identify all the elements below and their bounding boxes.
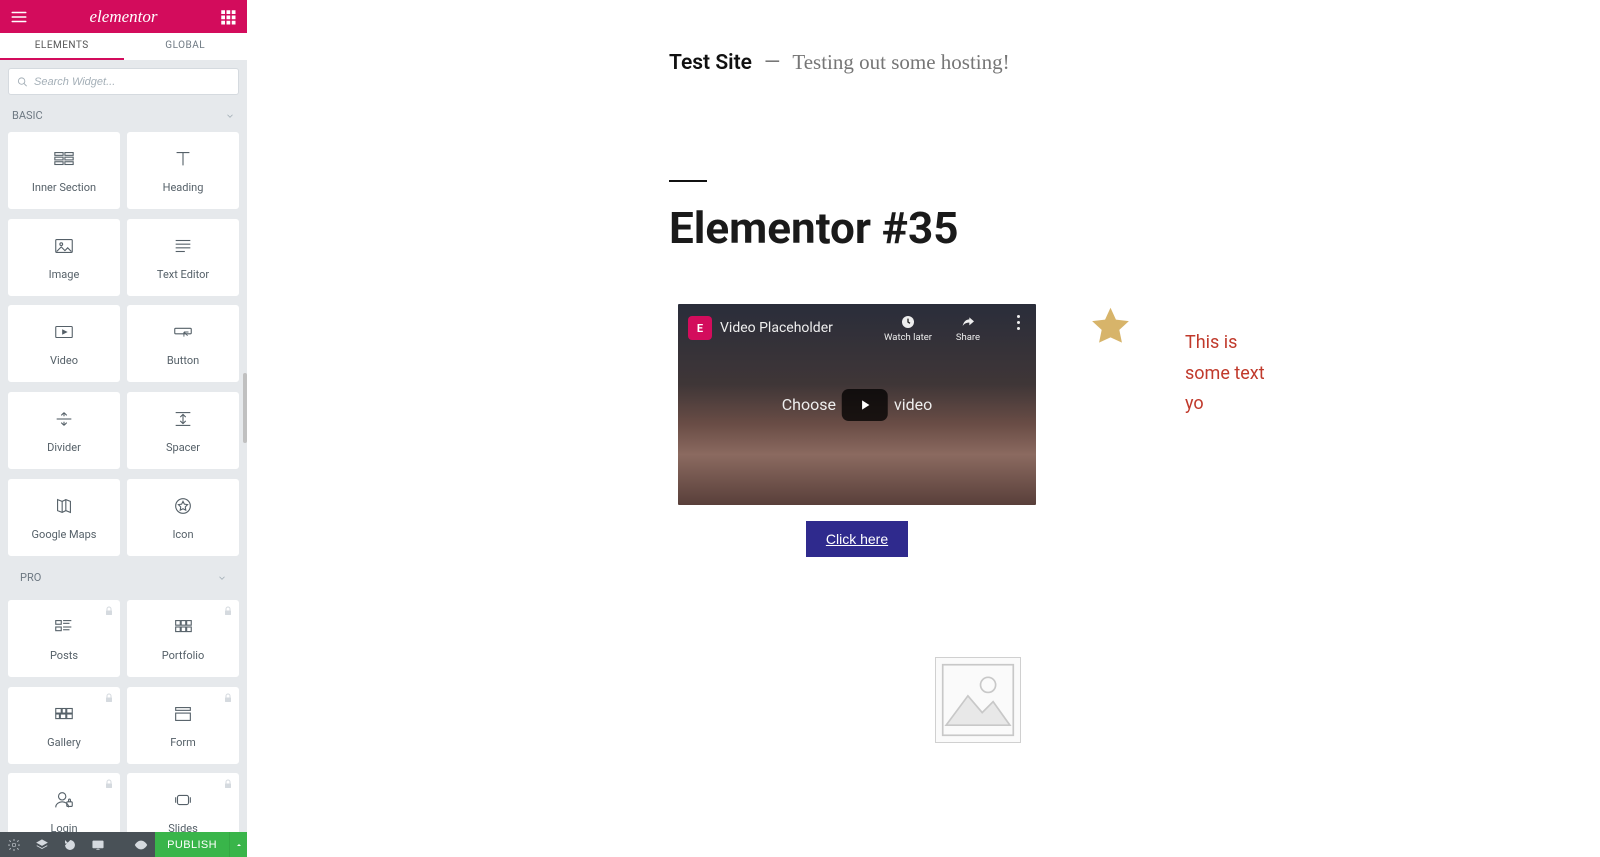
video-widget[interactable]: E Video Placeholder Watch later Share Ch… <box>678 304 1036 505</box>
page-title: Elementor #35 <box>669 202 1600 254</box>
lock-icon <box>222 605 234 617</box>
panel-tabs: ELEMENTS GLOBAL <box>0 33 247 60</box>
video-title: Video Placeholder <box>720 320 874 336</box>
publish-options-button[interactable] <box>229 832 247 857</box>
title-rule <box>669 180 707 182</box>
search-input[interactable] <box>34 76 230 88</box>
panel-footer: PUBLISH <box>0 832 247 857</box>
video-channel-badge: E <box>688 316 712 340</box>
lock-icon <box>222 692 234 704</box>
widget-label: Icon <box>172 528 193 541</box>
click-here-button[interactable]: Click here <box>806 521 908 557</box>
publish-button[interactable]: PUBLISH <box>155 832 229 857</box>
widgets-grid-icon[interactable] <box>219 8 237 26</box>
image-placeholder-widget[interactable] <box>935 657 1021 743</box>
category-pro-label: PRO <box>20 571 41 584</box>
image-placeholder-icon <box>936 658 1020 742</box>
site-tagline: Testing out some hosting! <box>792 50 1009 75</box>
widget-gallery[interactable]: Gallery <box>8 687 120 764</box>
tab-global[interactable]: GLOBAL <box>124 33 248 60</box>
widget-form[interactable]: Form <box>127 687 239 764</box>
lock-icon <box>222 778 234 790</box>
widget-label: Google Maps <box>32 528 97 541</box>
tab-elements[interactable]: ELEMENTS <box>0 33 124 60</box>
watch-later-label: Watch later <box>884 332 932 343</box>
widgets-list: Inner Section Heading Image Text Editor … <box>0 128 247 857</box>
content-section[interactable]: E Video Placeholder Watch later Share Ch… <box>678 304 1600 557</box>
category-basic[interactable]: BASIC <box>0 103 247 128</box>
widget-button[interactable]: Button <box>127 305 239 382</box>
site-header: Test Site — Testing out some hosting! <box>247 0 1600 75</box>
settings-icon[interactable] <box>0 832 28 857</box>
widget-text-editor[interactable]: Text Editor <box>127 219 239 296</box>
widget-label: Portfolio <box>162 649 204 662</box>
widget-label: Inner Section <box>32 181 96 194</box>
category-basic-label: BASIC <box>12 109 43 122</box>
site-title[interactable]: Test Site <box>669 51 752 75</box>
widget-label: Spacer <box>166 441 200 454</box>
play-button[interactable] <box>842 389 888 421</box>
widget-google-maps[interactable]: Google Maps <box>8 479 120 556</box>
share-button[interactable]: Share <box>942 314 994 343</box>
share-label: Share <box>956 332 980 343</box>
text-widget[interactable]: This is some text yo <box>1185 304 1285 420</box>
widget-spacer[interactable]: Spacer <box>127 392 239 469</box>
search-wrapper <box>0 60 247 103</box>
widget-label: Heading <box>163 181 204 194</box>
search-icon <box>17 76 28 88</box>
lock-icon <box>103 605 115 617</box>
menu-icon[interactable] <box>10 8 28 26</box>
widget-portfolio[interactable]: Portfolio <box>127 600 239 677</box>
responsive-icon[interactable] <box>84 832 112 857</box>
star-icon <box>1088 304 1133 349</box>
chevron-down-icon <box>225 111 235 121</box>
widget-inner-section[interactable]: Inner Section <box>8 132 120 209</box>
widget-video[interactable]: Video <box>8 305 120 382</box>
site-separator: — <box>764 51 780 75</box>
widget-label: Button <box>167 354 199 367</box>
preview-icon[interactable] <box>127 832 155 857</box>
navigator-icon[interactable] <box>28 832 56 857</box>
category-pro[interactable]: PRO <box>8 565 239 590</box>
widget-image[interactable]: Image <box>8 219 120 296</box>
video-more-icon[interactable] <box>1010 315 1026 330</box>
widget-label: Image <box>49 268 80 281</box>
elementor-panel: elementor ELEMENTS GLOBAL BASIC Inner Se… <box>0 0 247 857</box>
video-center-overlay: Choose video <box>782 389 933 421</box>
elementor-logo: elementor <box>90 7 158 27</box>
widget-label: Gallery <box>47 736 81 749</box>
watch-later-button[interactable]: Watch later <box>882 314 934 343</box>
widget-divider[interactable]: Divider <box>8 392 120 469</box>
icon-widget[interactable] <box>1088 304 1133 353</box>
lock-icon <box>103 778 115 790</box>
widget-label: Video <box>50 354 78 367</box>
widget-label: Text Editor <box>157 268 209 281</box>
widget-posts[interactable]: Posts <box>8 600 120 677</box>
editor-canvas[interactable]: Test Site — Testing out some hosting! El… <box>247 0 1600 857</box>
widget-heading[interactable]: Heading <box>127 132 239 209</box>
panel-header: elementor <box>0 0 247 33</box>
widget-icon[interactable]: Icon <box>127 479 239 556</box>
widget-label: Posts <box>50 649 78 662</box>
widget-label: Divider <box>47 441 81 454</box>
lock-icon <box>103 692 115 704</box>
chevron-down-icon <box>217 573 227 583</box>
history-icon[interactable] <box>56 832 84 857</box>
widget-label: Form <box>170 736 196 749</box>
